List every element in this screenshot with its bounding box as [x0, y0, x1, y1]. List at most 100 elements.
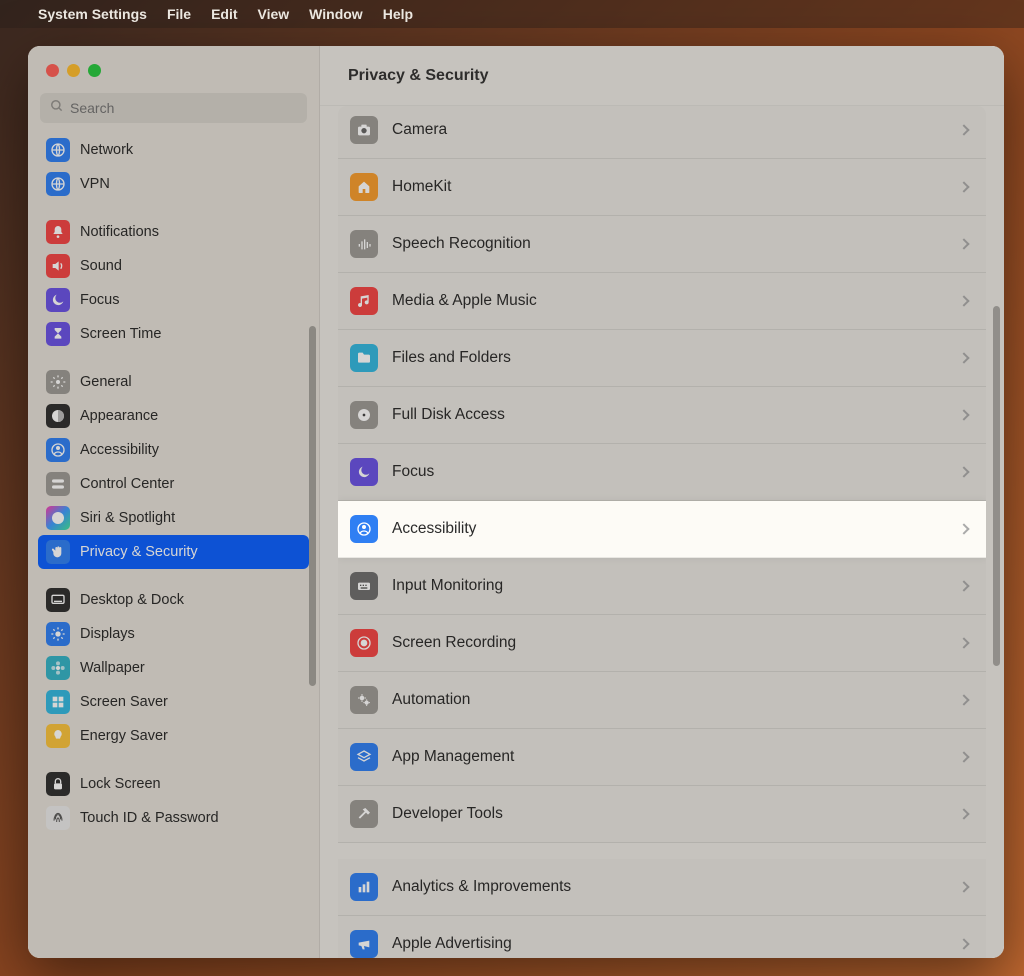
zoom-button[interactable] [88, 64, 101, 77]
sidebar-item-network[interactable]: Network [38, 133, 309, 167]
chevron-right-icon [958, 580, 969, 591]
sidebar-item-screen-saver[interactable]: Screen Saver [38, 685, 309, 719]
chevron-right-icon [958, 523, 969, 534]
privacy-row-camera[interactable]: Camera [338, 106, 986, 159]
row-label: Full Disk Access [392, 406, 946, 424]
keyboard-icon [350, 572, 378, 600]
sidebar-nav[interactable]: Network VPN Notifications Sound Focus Screen … [28, 129, 319, 958]
switches-icon [46, 472, 70, 496]
sidebar-item-touch-id-password[interactable]: Touch ID & Password [38, 801, 309, 835]
sidebar-item-desktop-dock[interactable]: Desktop & Dock [38, 583, 309, 617]
hand-icon [46, 540, 70, 564]
bulb-icon [46, 724, 70, 748]
chevron-right-icon [958, 181, 969, 192]
window-controls [28, 46, 319, 77]
privacy-row-app-management[interactable]: App Management [338, 729, 986, 786]
person-icon [350, 515, 378, 543]
menu-file[interactable]: File [167, 6, 191, 22]
sidebar-item-label: Screen Time [80, 326, 161, 342]
sidebar-item-focus[interactable]: Focus [38, 283, 309, 317]
app-menu[interactable]: System Settings [38, 6, 147, 22]
privacy-row-files-and-folders[interactable]: Files and Folders [338, 330, 986, 387]
contrast-icon [46, 404, 70, 428]
sidebar-item-label: Appearance [80, 408, 158, 424]
sidebar-item-privacy-security[interactable]: Privacy & Security [38, 535, 309, 569]
menu-view[interactable]: View [258, 6, 290, 22]
bell-icon [46, 220, 70, 244]
chevron-right-icon [958, 751, 969, 762]
menu-help[interactable]: Help [383, 6, 413, 22]
sidebar-item-label: Notifications [80, 224, 159, 240]
row-label: Screen Recording [392, 634, 946, 652]
row-label: Apple Advertising [392, 935, 946, 953]
sidebar-item-wallpaper[interactable]: Wallpaper [38, 651, 309, 685]
page-title: Privacy & Security [320, 46, 1004, 106]
moon-icon [350, 458, 378, 486]
sidebar-item-screen-time[interactable]: Screen Time [38, 317, 309, 351]
sidebar-item-label: Focus [80, 292, 120, 308]
sidebar-item-label: Network [80, 142, 133, 158]
menu-window[interactable]: Window [309, 6, 363, 22]
search-input[interactable] [40, 93, 307, 123]
chevron-right-icon [958, 808, 969, 819]
privacy-row-automation[interactable]: Automation [338, 672, 986, 729]
sidebar-item-notifications[interactable]: Notifications [38, 215, 309, 249]
speaker-icon [46, 254, 70, 278]
privacy-row-apple-advertising[interactable]: Apple Advertising [338, 916, 986, 958]
disk-icon [350, 401, 378, 429]
sidebar-item-siri-spotlight[interactable]: Siri & Spotlight [38, 501, 309, 535]
privacy-row-speech-recognition[interactable]: Speech Recognition [338, 216, 986, 273]
minimize-button[interactable] [67, 64, 80, 77]
close-button[interactable] [46, 64, 59, 77]
sidebar-item-energy-saver[interactable]: Energy Saver [38, 719, 309, 753]
main-body[interactable]: Camera HomeKit Speech Recognition Media & A… [320, 106, 1004, 958]
chevron-right-icon [958, 938, 969, 949]
menu-edit[interactable]: Edit [211, 6, 237, 22]
chevron-right-icon [958, 124, 969, 135]
chevron-right-icon [958, 881, 969, 892]
privacy-row-accessibility[interactable]: Accessibility [338, 501, 986, 558]
sidebar-item-vpn[interactable]: VPN [38, 167, 309, 201]
sidebar-item-label: Lock Screen [80, 776, 161, 792]
row-label: Media & Apple Music [392, 292, 946, 310]
row-label: HomeKit [392, 178, 946, 196]
sidebar-item-control-center[interactable]: Control Center [38, 467, 309, 501]
sidebar-item-lock-screen[interactable]: Lock Screen [38, 767, 309, 801]
sidebar-item-label: VPN [80, 176, 110, 192]
row-label: Analytics & Improvements [392, 878, 946, 896]
dock-icon [46, 588, 70, 612]
sidebar-item-accessibility[interactable]: Accessibility [38, 433, 309, 467]
sidebar-scrollbar[interactable] [309, 326, 316, 686]
row-label: Files and Folders [392, 349, 946, 367]
row-label: Camera [392, 121, 946, 139]
rec-icon [350, 629, 378, 657]
search-icon [50, 99, 64, 113]
privacy-row-full-disk-access[interactable]: Full Disk Access [338, 387, 986, 444]
hourglass-icon [46, 322, 70, 346]
folder-icon [350, 344, 378, 372]
settings-window: Network VPN Notifications Sound Focus Screen … [28, 46, 1004, 958]
chevron-right-icon [958, 238, 969, 249]
privacy-row-screen-recording[interactable]: Screen Recording [338, 615, 986, 672]
sidebar-item-label: Accessibility [80, 442, 159, 458]
sidebar-item-label: Privacy & Security [80, 544, 198, 560]
gears-icon [350, 686, 378, 714]
chart-icon [350, 873, 378, 901]
privacy-row-homekit[interactable]: HomeKit [338, 159, 986, 216]
sidebar-item-label: General [80, 374, 132, 390]
privacy-row-analytics-improvements[interactable]: Analytics & Improvements [338, 859, 986, 916]
person-icon [46, 438, 70, 462]
privacy-row-media-apple-music[interactable]: Media & Apple Music [338, 273, 986, 330]
chevron-right-icon [958, 409, 969, 420]
sidebar-item-sound[interactable]: Sound [38, 249, 309, 283]
gear-icon [46, 370, 70, 394]
main-scrollbar[interactable] [993, 306, 1000, 666]
privacy-row-input-monitoring[interactable]: Input Monitoring [338, 558, 986, 615]
sidebar-item-general[interactable]: General [38, 365, 309, 399]
sidebar-item-displays[interactable]: Displays [38, 617, 309, 651]
sidebar-item-appearance[interactable]: Appearance [38, 399, 309, 433]
privacy-row-focus[interactable]: Focus [338, 444, 986, 501]
privacy-row-developer-tools[interactable]: Developer Tools [338, 786, 986, 843]
lock-icon [46, 772, 70, 796]
sidebar-item-label: Touch ID & Password [80, 810, 219, 826]
